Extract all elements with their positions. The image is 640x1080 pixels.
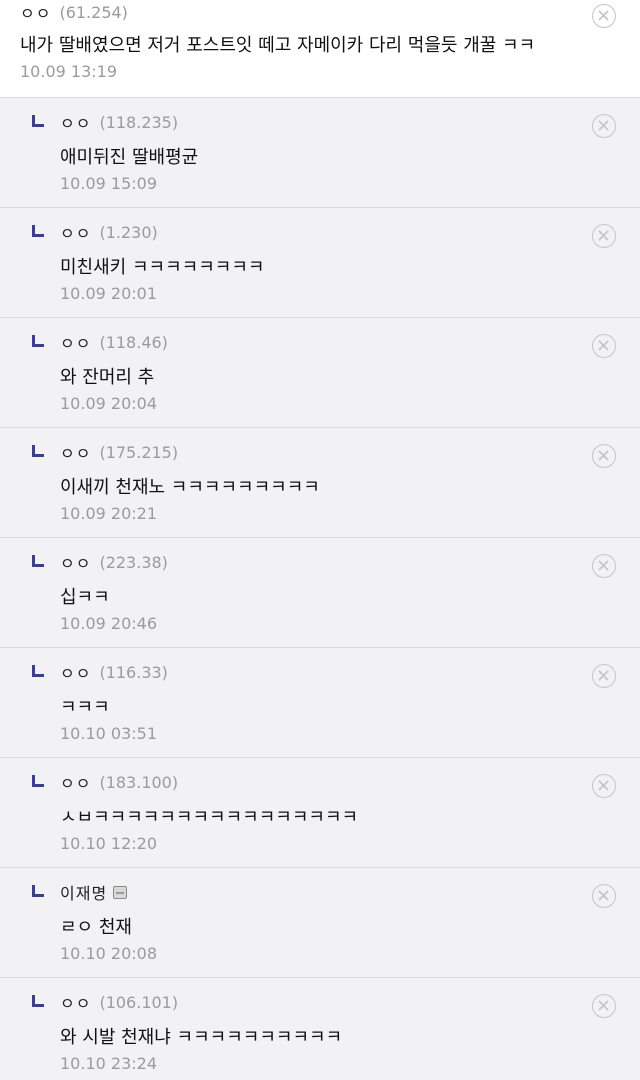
comment-time: 10.09 20:04 [60, 394, 157, 413]
comment-meta: ㅇㅇ (106.101) [60, 990, 179, 1014]
comment-nickname[interactable]: ㅇㅇ [60, 330, 91, 354]
close-icon [598, 120, 609, 131]
comment-nickname[interactable]: ㅇㅇ [60, 550, 91, 574]
close-icon [598, 890, 609, 901]
reply-item: ㅇㅇ (118.235) 애미뒤진 딸배평균 10.09 15:09 [0, 98, 640, 208]
delete-comment-button[interactable] [592, 994, 616, 1018]
reply-item: ㅇㅇ (175.215) 이새끼 천재노 ㅋㅋㅋㅋㅋㅋㅋㅋㅋ 10.09 20:… [0, 428, 640, 538]
reply-item: ㅇㅇ (116.33) ㅋㅋㅋ 10.10 03:51 [0, 648, 640, 758]
comment-time: 10.09 20:01 [60, 284, 157, 303]
comment-meta: ㅇㅇ (118.46) [60, 330, 168, 354]
comment-nickname[interactable]: ㅇㅇ [60, 110, 91, 134]
reply-arrow-icon [32, 115, 44, 127]
comment-time: 10.09 20:46 [60, 614, 157, 633]
comment-meta: ㅇㅇ (116.33) [60, 660, 168, 684]
reply-item: ㅇㅇ (1.230) 미친새키 ㅋㅋㅋㅋㅋㅋㅋㅋ 10.09 20:01 [0, 208, 640, 318]
comment-thread: ㅇㅇ (61.254) 내가 딸배였으면 저거 포스트잇 떼고 자메이카 다리 … [0, 0, 640, 1080]
close-icon [598, 340, 609, 351]
comment-time: 10.10 12:20 [60, 834, 157, 853]
comment-meta: ㅇㅇ (1.230) [60, 220, 158, 244]
comment-text: 이새끼 천재노 ㅋㅋㅋㅋㅋㅋㅋㅋㅋ [60, 477, 320, 498]
delete-comment-button[interactable] [592, 114, 616, 138]
comment-text: 애미뒤진 딸배평균 [60, 147, 199, 168]
delete-comment-button[interactable] [592, 664, 616, 688]
comment-text: ㄹㅇ 천재 [60, 917, 132, 938]
comment-meta: ㅇㅇ (183.100) [60, 770, 179, 794]
comment-text: ㅋㅋㅋ [60, 697, 110, 718]
reply-arrow-icon [32, 775, 44, 787]
comment-meta: ㅇㅇ (118.235) [60, 110, 179, 134]
comment-text: 미친새키 ㅋㅋㅋㅋㅋㅋㅋㅋ [60, 257, 265, 278]
comment-text: 와 시발 천재냐 ㅋㅋㅋㅋㅋㅋㅋㅋㅋㅋ [60, 1027, 343, 1048]
comment-ip: (118.235) [99, 112, 179, 132]
delete-comment-button[interactable] [592, 4, 616, 28]
comment-text: 십ㅋㅋ [60, 587, 110, 608]
comment-time: 10.09 13:19 [20, 62, 117, 81]
close-icon [598, 230, 609, 241]
reply-item: ㅇㅇ (223.38) 십ㅋㅋ 10.09 20:46 [0, 538, 640, 648]
comment-ip: (175.215) [99, 442, 179, 462]
reply-item: 이재명 ㄹㅇ 천재 10.10 20:08 [0, 868, 640, 978]
reply-arrow-icon [32, 335, 44, 347]
delete-comment-button[interactable] [592, 334, 616, 358]
delete-comment-button[interactable] [592, 774, 616, 798]
comment-meta: ㅇㅇ (223.38) [60, 550, 168, 574]
comment-nickname[interactable]: ㅇㅇ [60, 770, 91, 794]
comment-nickname[interactable]: ㅇㅇ [60, 660, 91, 684]
comment-nickname[interactable]: ㅇㅇ [20, 0, 51, 24]
close-icon [598, 670, 609, 681]
comment-ip: (106.101) [99, 992, 179, 1012]
comment-item: ㅇㅇ (61.254) 내가 딸배였으면 저거 포스트잇 떼고 자메이카 다리 … [0, 0, 640, 98]
comment-time: 10.09 15:09 [60, 174, 157, 193]
reply-item: ㅇㅇ (118.46) 와 잔머리 추 10.09 20:04 [0, 318, 640, 428]
comment-meta: ㅇㅇ (175.215) [60, 440, 179, 464]
comment-ip: (183.100) [99, 772, 179, 792]
comment-nickname[interactable]: ㅇㅇ [60, 990, 91, 1014]
delete-comment-button[interactable] [592, 224, 616, 248]
delete-comment-button[interactable] [592, 884, 616, 908]
close-icon [598, 780, 609, 791]
comment-nickname[interactable]: ㅇㅇ [60, 440, 91, 464]
comment-text: 와 잔머리 추 [60, 367, 155, 388]
reply-arrow-icon [32, 225, 44, 237]
reply-item: ㅇㅇ (183.100) ㅅㅂㅋㅋㅋㅋㅋㅋㅋㅋㅋㅋㅋㅋㅋㅋㅋㅋ 10.10 12… [0, 758, 640, 868]
comment-ip: (61.254) [59, 2, 128, 22]
comment-meta: ㅇㅇ (61.254) [20, 0, 128, 24]
gallog-badge-icon[interactable] [113, 885, 128, 899]
comment-text: ㅅㅂㅋㅋㅋㅋㅋㅋㅋㅋㅋㅋㅋㅋㅋㅋㅋㅋ [60, 807, 359, 828]
reply-item: ㅇㅇ (106.101) 와 시발 천재냐 ㅋㅋㅋㅋㅋㅋㅋㅋㅋㅋ 10.10 2… [0, 978, 640, 1080]
comment-time: 10.10 20:08 [60, 944, 157, 963]
delete-comment-button[interactable] [592, 554, 616, 578]
comment-time: 10.10 23:24 [60, 1054, 157, 1073]
comment-text: 내가 딸배였으면 저거 포스트잇 떼고 자메이카 다리 먹을듯 개꿀 ㅋㅋ [20, 35, 536, 56]
comment-nickname[interactable]: 이재명 [60, 880, 107, 904]
comment-ip: (223.38) [99, 552, 168, 572]
reply-arrow-icon [32, 995, 44, 1007]
close-icon [598, 450, 609, 461]
comment-meta: 이재명 [60, 880, 128, 904]
close-icon [598, 560, 609, 571]
comment-ip: (116.33) [99, 662, 168, 682]
reply-arrow-icon [32, 885, 44, 897]
close-icon [598, 1000, 609, 1011]
close-icon [598, 10, 609, 21]
comment-time: 10.10 03:51 [60, 724, 157, 743]
delete-comment-button[interactable] [592, 444, 616, 468]
comment-ip: (1.230) [99, 222, 158, 242]
reply-arrow-icon [32, 555, 44, 567]
reply-arrow-icon [32, 445, 44, 457]
comment-nickname[interactable]: ㅇㅇ [60, 220, 91, 244]
comment-ip: (118.46) [99, 332, 168, 352]
reply-arrow-icon [32, 665, 44, 677]
comment-time: 10.09 20:21 [60, 504, 157, 523]
